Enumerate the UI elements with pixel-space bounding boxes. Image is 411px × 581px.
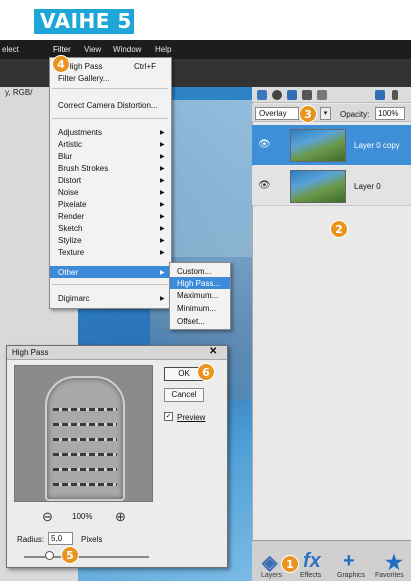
- eye-icon[interactable]: 👁: [258, 180, 271, 191]
- menu-item-filter-gallery[interactable]: Filter Gallery...: [58, 74, 109, 83]
- submenu-arrow-icon: ▶: [160, 238, 165, 244]
- blend-mode-select[interactable]: Overlay: [255, 107, 299, 120]
- submenu-arrow-icon: ▶: [160, 250, 165, 256]
- deck-line: [53, 468, 117, 471]
- zoom-in-icon[interactable]: ⊕: [115, 509, 126, 525]
- deck-line: [53, 423, 117, 426]
- opacity-label: Opacity:: [340, 110, 370, 119]
- panel-menu-icon[interactable]: [392, 90, 398, 100]
- submenu-item-high-pass[interactable]: High Pass...: [177, 279, 220, 288]
- callout-badge-6: 6: [197, 363, 215, 381]
- new-layer-icon[interactable]: [257, 90, 267, 100]
- radius-slider-track[interactable]: [24, 556, 149, 558]
- submenu-arrow-icon: ▶: [160, 166, 165, 172]
- menu-item-other[interactable]: Other: [58, 268, 78, 277]
- radius-label: Radius:: [17, 535, 45, 544]
- deck-line: [53, 453, 117, 456]
- menu-item-distort[interactable]: Distort: [58, 176, 81, 185]
- menu-window[interactable]: Window: [113, 45, 141, 54]
- submenu-arrow-icon: ▶: [160, 202, 165, 208]
- shortcut-label: Ctrl+F: [134, 62, 156, 71]
- cancel-button[interactable]: Cancel: [164, 388, 204, 402]
- menu-item-blur[interactable]: Blur: [58, 152, 72, 161]
- submenu-item-maximum[interactable]: Maximum...: [177, 291, 218, 300]
- layer-name: Layer 0 copy: [354, 141, 400, 150]
- menu-item-pixelate[interactable]: Pixelate: [58, 200, 86, 209]
- deck-line: [53, 483, 117, 486]
- link-icon[interactable]: [317, 90, 327, 100]
- radius-slider-thumb[interactable]: [45, 551, 54, 560]
- callout-badge-5: 5: [61, 546, 79, 564]
- menu-item-stylize[interactable]: Stylize: [58, 236, 82, 245]
- callout-badge-2: 2: [330, 220, 348, 238]
- radius-input[interactable]: 5,0: [48, 532, 73, 545]
- menu-help[interactable]: Help: [155, 45, 171, 54]
- submenu-arrow-icon: ▶: [160, 178, 165, 184]
- close-icon[interactable]: ✕: [209, 346, 217, 357]
- layer-row-layer-0-copy[interactable]: 👁 Layer 0 copy: [252, 125, 411, 165]
- submenu-arrow-icon: ▶: [160, 296, 165, 302]
- preview-ship-image: [45, 376, 125, 501]
- submenu-item-minimum[interactable]: Minimum...: [177, 304, 216, 313]
- adjustment-layer-icon[interactable]: [272, 90, 282, 100]
- deck-line: [53, 408, 117, 411]
- submenu-arrow-icon: ▶: [160, 130, 165, 136]
- mask-icon[interactable]: [287, 90, 297, 100]
- deck-line: [53, 438, 117, 441]
- callout-badge-4: 4: [52, 55, 70, 73]
- menu-filter[interactable]: Filter: [53, 45, 71, 54]
- layer-thumbnail: [290, 170, 346, 203]
- menu-item-digimarc[interactable]: Digimarc: [58, 294, 90, 303]
- layer-name: Layer 0: [354, 182, 381, 191]
- preview-label[interactable]: Preview: [177, 413, 205, 422]
- graphics-tab-label[interactable]: Graphics: [337, 572, 365, 579]
- menu-item-sketch[interactable]: Sketch: [58, 224, 82, 233]
- dialog-title: High Pass: [12, 348, 49, 357]
- menu-item-render[interactable]: Render: [58, 212, 84, 221]
- zoom-out-icon[interactable]: ⊖: [42, 509, 53, 525]
- submenu-arrow-icon: ▶: [160, 154, 165, 160]
- menu-view[interactable]: View: [84, 45, 101, 54]
- zoom-value: 100%: [72, 512, 93, 521]
- layer-row-layer-0[interactable]: 👁 Layer 0: [252, 166, 411, 206]
- layer-thumbnail: [290, 129, 346, 162]
- submenu-item-offset[interactable]: Offset...: [177, 317, 205, 326]
- chevron-down-icon[interactable]: ▾: [320, 107, 331, 120]
- preview-checkbox[interactable]: ✓: [164, 412, 173, 421]
- step-title: VAIHE 5: [34, 9, 134, 34]
- submenu-item-custom[interactable]: Custom...: [177, 267, 211, 276]
- favorites-tab-label[interactable]: Favorites: [375, 572, 404, 579]
- submenu-arrow-icon: ▶: [160, 142, 165, 148]
- menu-item-artistic[interactable]: Artistic: [58, 140, 82, 149]
- eye-icon[interactable]: 👁: [258, 139, 271, 150]
- submenu-arrow-icon: ▶: [160, 190, 165, 196]
- menu-separator: [52, 284, 168, 285]
- submenu-arrow-icon: ▶: [160, 226, 165, 232]
- menu-separator: [52, 118, 168, 119]
- document-path-label: y, RGB/: [5, 88, 33, 97]
- menu-select[interactable]: elect: [2, 45, 19, 54]
- pixels-label: Pixels: [81, 535, 103, 544]
- menu-item-high-pass-last[interactable]: High Pass: [66, 62, 102, 71]
- callout-badge-3: 3: [299, 105, 317, 123]
- layers-tab-label[interactable]: Layers: [261, 572, 282, 579]
- filter-preview[interactable]: [14, 365, 153, 502]
- callout-badge-1: 1: [281, 555, 299, 573]
- opacity-field[interactable]: 100%: [375, 107, 405, 120]
- menu-separator: [52, 88, 168, 89]
- submenu-arrow-icon: ▶: [160, 214, 165, 220]
- menu-item-brush-strokes[interactable]: Brush Strokes: [58, 164, 108, 173]
- effects-tab-icon[interactable]: fx: [303, 550, 321, 573]
- submenu-arrow-icon: ▶: [160, 270, 165, 276]
- menu-item-texture[interactable]: Texture: [58, 248, 84, 257]
- lock-icon[interactable]: [302, 90, 312, 100]
- menu-item-noise[interactable]: Noise: [58, 188, 78, 197]
- trash-icon[interactable]: [375, 90, 385, 100]
- graphics-tab-icon[interactable]: +: [343, 550, 355, 573]
- menu-item-correct-camera[interactable]: Correct Camera Distortion...: [58, 101, 158, 110]
- menu-item-adjustments[interactable]: Adjustments: [58, 128, 102, 137]
- effects-tab-label[interactable]: Effects: [300, 572, 321, 579]
